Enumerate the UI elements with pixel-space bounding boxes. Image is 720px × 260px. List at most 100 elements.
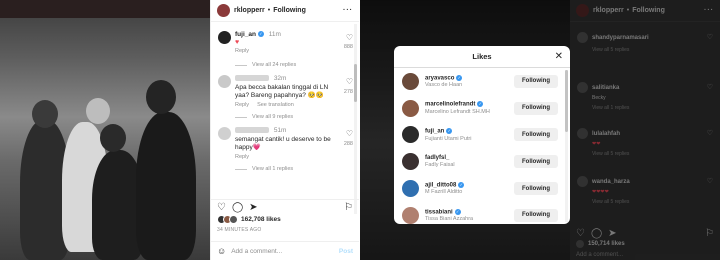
post-username[interactable]: rklopperr — [234, 7, 265, 14]
emoji-icon[interactable]: ☺ — [217, 246, 226, 256]
comment-meta: Reply See translation — [235, 102, 341, 108]
add-comment-input[interactable]: Add a comment... — [231, 248, 282, 255]
avatar[interactable] — [218, 75, 231, 88]
avatar[interactable] — [218, 31, 231, 44]
see-translation-link[interactable]: See translation — [257, 102, 294, 108]
post-header: rklopperr • Following ··· — [211, 0, 359, 22]
left-screenshot: rklopperr • Following ··· fuji_an ✓ 11m ♥… — [0, 0, 359, 260]
blurred-username — [235, 127, 269, 134]
comment-icon[interactable]: ◯ — [232, 202, 243, 213]
comment-meta: Reply — [235, 48, 341, 54]
more-options-icon[interactable]: ··· — [343, 7, 353, 14]
person-head — [146, 80, 176, 114]
add-comment-bar: ☺ Add a comment... Post — [211, 241, 359, 260]
liker-username[interactable]: marcelinolefrandt — [425, 102, 475, 108]
liker-fullname: Vasco de Haan — [425, 82, 463, 89]
comment-time: 51m — [273, 127, 287, 134]
like-icon[interactable]: ♡ — [217, 202, 226, 213]
view-replies-link[interactable]: View all 1 replies — [211, 166, 359, 172]
liker-username[interactable]: ajil_ditto08 — [425, 182, 456, 188]
avatar[interactable] — [402, 153, 419, 171]
verified-icon: ✓ — [458, 181, 465, 188]
liker-row: fuji_an ✓ Fujianti Utami Putri Following — [394, 122, 570, 149]
post-actions: ♡ ◯ ➤ ⚐ — [211, 199, 359, 215]
liker-row: fadlyfsl_ Fadly Faisal Following — [394, 148, 570, 175]
post-time: 34 MINUTES AGO — [217, 227, 262, 233]
following-button[interactable]: Following — [514, 74, 558, 88]
person-head — [100, 124, 126, 152]
modal-header: Likes ✕ — [394, 46, 570, 68]
modal-title: Likes — [472, 52, 492, 61]
verified-icon: ✓ — [456, 74, 463, 81]
liker-fullname: M Fazrill Alditto — [425, 189, 463, 196]
following-button[interactable]: Following — [514, 128, 558, 142]
liker-username[interactable]: tissabiani — [425, 209, 453, 215]
blurred-username — [235, 75, 269, 82]
bookmark-icon[interactable]: ⚐ — [344, 202, 353, 213]
verified-icon: ✓ — [454, 208, 461, 215]
like-heart-icon[interactable]: ♡ — [346, 77, 353, 86]
comment-item: fuji_an ✓ 11m ♥ ♡ 888 Reply — [211, 31, 359, 54]
comment-item: 32m Apa becca bakalan tinggal di LN yaa?… — [211, 75, 359, 108]
likes-summary[interactable]: 162,708 likes — [217, 215, 281, 224]
liker-fullname: Tissa Biani Azzahra — [425, 216, 474, 223]
liker-username[interactable]: aryavasco — [425, 75, 454, 81]
comment-likes: 888 — [343, 44, 353, 50]
likes-count[interactable]: 162,708 likes — [241, 216, 281, 223]
following-button[interactable]: Following — [514, 208, 558, 222]
verified-icon: ✓ — [446, 128, 453, 135]
comment-text: ♥ — [235, 39, 240, 46]
comment-time: 32m — [273, 75, 287, 82]
likes-modal: Likes ✕ aryavasco ✓ Vasco de Haan Followin… — [394, 46, 570, 224]
person-head — [32, 100, 58, 128]
following-button[interactable]: Following — [273, 7, 306, 14]
comment-item: 51m semangat cantik! u deserve to be hap… — [211, 127, 359, 160]
reply-link[interactable]: Reply — [235, 154, 249, 160]
comments-scrollbar[interactable] — [354, 24, 357, 214]
photo-top-band — [0, 0, 210, 18]
share-icon[interactable]: ➤ — [249, 202, 257, 213]
liker-row: aryavasco ✓ Vasco de Haan Following — [394, 68, 570, 95]
liker-row: tissabiani ✓ Tissa Biani Azzahra Following — [394, 202, 570, 224]
separator: • — [267, 7, 271, 14]
comments-panel: rklopperr • Following ··· fuji_an ✓ 11m ♥… — [210, 0, 359, 260]
avatar[interactable] — [402, 99, 419, 117]
view-replies-link[interactable]: View all 24 replies — [211, 62, 359, 68]
avatar[interactable] — [217, 4, 230, 17]
liker-row: marcelinolefrandt ✓ Marcelino Lefrandt SH.… — [394, 95, 570, 122]
avatar[interactable] — [402, 180, 419, 198]
post-photo — [0, 0, 210, 260]
avatar[interactable] — [402, 126, 419, 144]
person-figure — [136, 112, 196, 260]
liker-avatar — [229, 215, 238, 224]
liker-fullname: Marcelino Lefrandt SH.MH — [425, 108, 490, 115]
liker-row: ajil_ditto08 ✓ M Fazrill Alditto Following — [394, 175, 570, 202]
following-button[interactable]: Following — [514, 182, 558, 196]
comment-meta: Reply — [235, 154, 341, 160]
following-button[interactable]: Following — [514, 155, 558, 169]
post-button[interactable]: Post — [339, 248, 353, 255]
avatar[interactable] — [218, 127, 231, 140]
comment-time: 11m — [268, 31, 281, 38]
verified-icon: ✓ — [257, 31, 264, 38]
modal-scrollbar[interactable] — [565, 70, 568, 222]
comment-text: semangat cantik! u deserve to be happy💗 — [235, 136, 331, 151]
avatar[interactable] — [402, 206, 419, 224]
view-replies-link[interactable]: View all 9 replies — [211, 114, 359, 120]
liker-fullname: Fujianti Utami Putri — [425, 135, 472, 142]
like-heart-icon[interactable]: ♡ — [346, 129, 353, 138]
liker-username[interactable]: fuji_an — [425, 129, 444, 135]
comment-text: Apa becca bakalan tinggal di LN yaa? Bar… — [235, 84, 329, 99]
close-icon[interactable]: ✕ — [555, 51, 563, 62]
like-heart-icon[interactable]: ♡ — [346, 33, 353, 42]
reply-link[interactable]: Reply — [235, 48, 249, 54]
verified-icon: ✓ — [477, 101, 484, 108]
liker-username[interactable]: fadlyfsl_ — [425, 155, 449, 161]
following-button[interactable]: Following — [514, 101, 558, 115]
comment-likes: 288 — [343, 141, 353, 147]
right-screenshot: rklopperr • Following ··· shandyparnamas… — [360, 0, 720, 260]
person-head — [86, 98, 110, 124]
comment-username[interactable]: fuji_an — [235, 31, 256, 38]
reply-link[interactable]: Reply — [235, 102, 249, 108]
avatar[interactable] — [402, 72, 419, 90]
